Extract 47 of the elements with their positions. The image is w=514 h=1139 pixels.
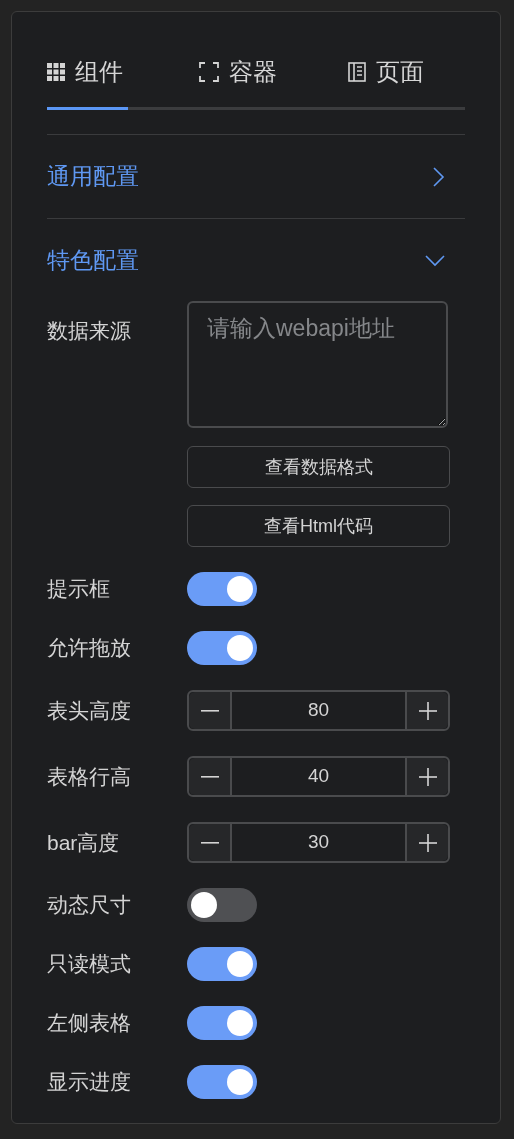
field-label: 动态尺寸 bbox=[47, 892, 132, 918]
tab[interactable]: 容器 bbox=[199, 50, 277, 110]
grid-icon bbox=[47, 62, 65, 81]
field-label: 显示进度 bbox=[47, 1069, 132, 1095]
url-textarea[interactable]: 请输入webapi地址 bbox=[187, 301, 448, 428]
increment-button[interactable] bbox=[405, 824, 448, 861]
number-input[interactable]: 30 bbox=[187, 822, 450, 863]
decrement-button[interactable] bbox=[189, 824, 232, 861]
section-header[interactable]: 通用配置 bbox=[47, 134, 465, 218]
section-header[interactable]: 特色配置 bbox=[47, 218, 465, 302]
action-button[interactable]: 查看Html代码 bbox=[187, 505, 450, 547]
field-label: 左侧表格 bbox=[47, 1010, 132, 1036]
decrement-button[interactable] bbox=[189, 758, 232, 795]
increment-button[interactable] bbox=[405, 758, 448, 795]
minus-icon bbox=[200, 709, 219, 712]
toggle-switch[interactable] bbox=[187, 947, 257, 981]
toggle-switch[interactable] bbox=[187, 1065, 257, 1099]
field-label: 允许拖放 bbox=[47, 635, 132, 661]
tab[interactable]: 组件 bbox=[47, 50, 128, 110]
decrement-button[interactable] bbox=[189, 692, 232, 729]
minus-icon bbox=[200, 775, 219, 778]
plus-icon bbox=[418, 701, 437, 720]
toggle-switch[interactable] bbox=[187, 888, 257, 922]
number-value: 40 bbox=[306, 764, 331, 789]
number-input[interactable]: 80 bbox=[187, 690, 450, 731]
number-value: 80 bbox=[306, 698, 331, 723]
chevron-right-icon bbox=[433, 166, 445, 187]
field-label: bar高度 bbox=[47, 829, 121, 856]
toggle-switch[interactable] bbox=[187, 1006, 257, 1040]
tab[interactable]: 页面 bbox=[348, 50, 424, 110]
plus-icon bbox=[418, 767, 437, 786]
field-label: 数据来源 bbox=[47, 318, 132, 344]
minus-icon bbox=[200, 841, 219, 844]
field-label: 表格行高 bbox=[47, 763, 132, 790]
toggle-switch[interactable] bbox=[187, 572, 257, 606]
field-label: 表头高度 bbox=[47, 697, 132, 724]
toggle-switch[interactable] bbox=[187, 631, 257, 665]
document-icon bbox=[348, 61, 366, 82]
fullscreen-icon bbox=[199, 61, 219, 82]
number-input[interactable]: 40 bbox=[187, 756, 450, 797]
field-label: 只读模式 bbox=[47, 951, 132, 977]
plus-icon bbox=[418, 833, 437, 852]
increment-button[interactable] bbox=[405, 692, 448, 729]
chevron-down-icon bbox=[425, 254, 445, 267]
number-value: 30 bbox=[306, 830, 331, 855]
action-button[interactable]: 查看数据格式 bbox=[187, 446, 450, 488]
field-label: 提示框 bbox=[47, 576, 111, 602]
